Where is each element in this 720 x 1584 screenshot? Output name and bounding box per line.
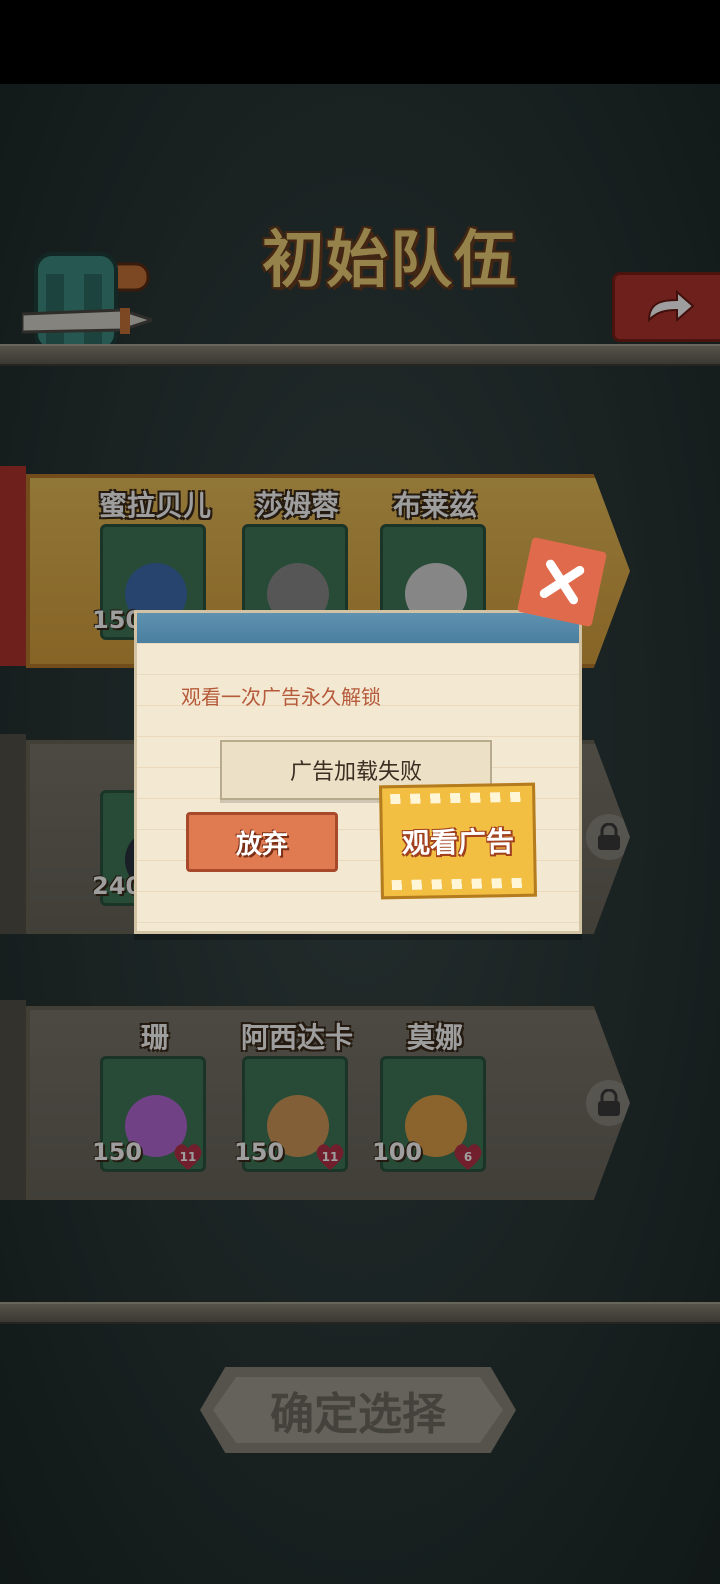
confirm-button[interactable]: 确定选择: [200, 1367, 516, 1453]
member-name: 布莱兹: [392, 489, 477, 522]
member-name: 珊: [140, 1021, 169, 1054]
back-button[interactable]: [612, 272, 720, 342]
member-hp: 100: [372, 1138, 423, 1166]
lock-icon: [586, 1080, 630, 1126]
page-title: 初始队伍: [261, 223, 518, 296]
watch-ad-button[interactable]: 观看广告: [379, 782, 537, 900]
status-bar: [0, 0, 720, 84]
member-name: 阿西达卡: [240, 1021, 353, 1054]
bottom-rail: [0, 1302, 720, 1324]
member-card[interactable]: 珊 150 11: [92, 1018, 210, 1178]
heart-icon: 11: [314, 1142, 346, 1172]
close-button[interactable]: [516, 536, 608, 628]
film-strip-bottom: [391, 877, 526, 891]
heart-icon: 11: [172, 1142, 204, 1172]
heart-icon: 6: [452, 1142, 484, 1172]
member-card[interactable]: 阿西达卡 150 11: [234, 1018, 353, 1178]
member-name: 莎姆蓉: [254, 489, 339, 522]
confirm-label: 确定选择: [213, 1377, 503, 1443]
heart-count: 11: [321, 1150, 339, 1164]
lock-icon: [586, 814, 630, 860]
close-icon: [539, 559, 585, 605]
member-name: 莫娜: [406, 1021, 463, 1054]
return-arrow-icon: [647, 290, 695, 323]
member-card[interactable]: 莫娜 100 6: [372, 1018, 490, 1178]
top-rail: [0, 344, 720, 366]
dialog-header: [137, 613, 579, 643]
dialog-message: 观看一次广告永久解锁: [181, 685, 381, 709]
film-strip-top: [390, 791, 525, 805]
heart-count: 6: [463, 1150, 473, 1164]
member-hp: 150: [234, 1138, 285, 1166]
give-up-button[interactable]: 放弃: [186, 812, 338, 872]
team-marker: [0, 734, 26, 934]
heart-count: 11: [179, 1150, 197, 1164]
member-hp: 150: [92, 1138, 143, 1166]
team-row-3[interactable]: 珊 150 11 阿西达卡 150 11 莫娜 100 6: [26, 1006, 630, 1200]
team-marker: [0, 1000, 26, 1200]
member-name: 蜜拉贝儿: [98, 489, 211, 522]
watch-ad-label: 观看广告: [401, 825, 515, 860]
team-marker: [0, 466, 26, 666]
